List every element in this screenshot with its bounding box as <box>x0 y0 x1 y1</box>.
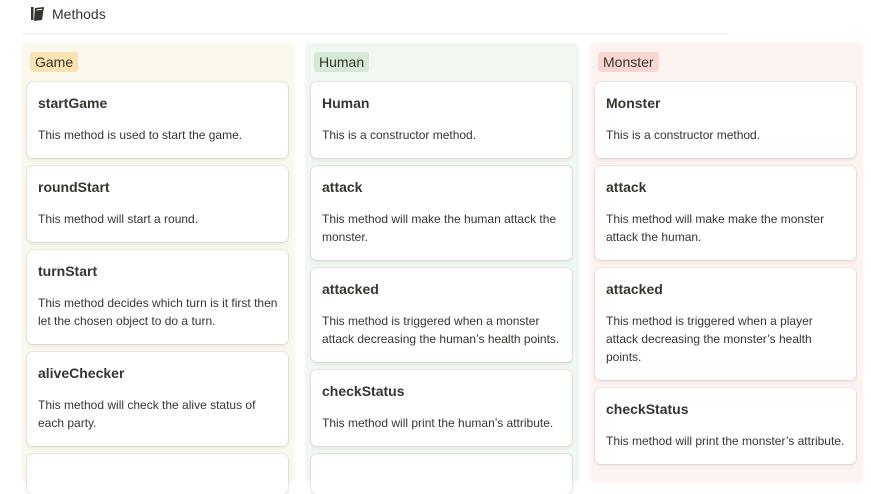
column-human: Human Human This is a constructor method… <box>305 43 579 494</box>
card-attack[interactable]: attack This method will make make the mo… <box>595 166 856 260</box>
card-attack[interactable]: attack This method will make the human a… <box>311 166 572 260</box>
card-description: This method decides which turn is it fir… <box>38 296 278 328</box>
card-title: turnStart <box>38 263 98 279</box>
divider <box>22 33 729 34</box>
card-aliveChecker[interactable]: aliveChecker This method will check the … <box>27 352 288 446</box>
card-Monster[interactable]: Monster This is a constructor method. <box>595 82 856 158</box>
card-title: aliveChecker <box>38 365 125 381</box>
column-monster: Monster Monster This is a constructor me… <box>589 43 863 483</box>
page-title: Methods <box>52 6 106 22</box>
card-description: This method will print the human’s attri… <box>322 416 554 430</box>
column-tag-human[interactable]: Human <box>314 52 370 72</box>
book-icon <box>30 6 46 22</box>
card-title: attack <box>322 179 363 195</box>
card-description: This method will start a round. <box>38 212 199 226</box>
card-startGame[interactable]: startGame This method is used to start t… <box>27 82 288 158</box>
card-title: checkStatus <box>606 401 689 417</box>
card-attacked[interactable]: attacked This method is triggered when a… <box>595 268 856 380</box>
card-description: This method will print the monster’s att… <box>606 434 845 448</box>
column-tag-monster[interactable]: Monster <box>598 52 659 72</box>
card-partial[interactable] <box>311 454 572 494</box>
column-tag-game[interactable]: Game <box>30 52 79 72</box>
card-description: This is a constructor method. <box>606 128 761 142</box>
column-game: Game startGame This method is used to st… <box>21 43 295 494</box>
card-title: attack <box>606 179 647 195</box>
card-partial[interactable] <box>27 454 288 494</box>
card-Human[interactable]: Human This is a constructor method. <box>311 82 572 158</box>
column-header: Monster <box>595 51 858 73</box>
card-description: This method is triggered when a monster … <box>322 314 560 346</box>
card-roundStart[interactable]: roundStart This method will start a roun… <box>27 166 288 242</box>
card-description: This method is used to start the game. <box>38 128 243 142</box>
card-title: Human <box>322 95 370 111</box>
column-header: Game <box>27 51 290 73</box>
card-title: attacked <box>322 281 379 297</box>
card-title: startGame <box>38 95 108 111</box>
card-attacked[interactable]: attacked This method is triggered when a… <box>311 268 572 362</box>
card-title: checkStatus <box>322 383 405 399</box>
card-title: roundStart <box>38 179 110 195</box>
card-title: Monster <box>606 95 661 111</box>
card-turnStart[interactable]: turnStart This method decides which turn… <box>27 250 288 344</box>
card-checkStatus[interactable]: checkStatus This method will print the m… <box>595 388 856 464</box>
card-checkStatus[interactable]: checkStatus This method will print the h… <box>311 370 572 446</box>
page-header: Methods <box>30 4 106 24</box>
card-description: This method will check the alive status … <box>38 398 256 430</box>
card-title: attacked <box>606 281 663 297</box>
card-description: This method will make make the monster a… <box>606 212 825 244</box>
card-description: This is a constructor method. <box>322 128 477 142</box>
column-header: Human <box>311 51 574 73</box>
card-description: This method will make the human attack t… <box>322 212 557 244</box>
card-description: This method is triggered when a player a… <box>606 314 813 364</box>
board: Game startGame This method is used to st… <box>21 43 871 494</box>
